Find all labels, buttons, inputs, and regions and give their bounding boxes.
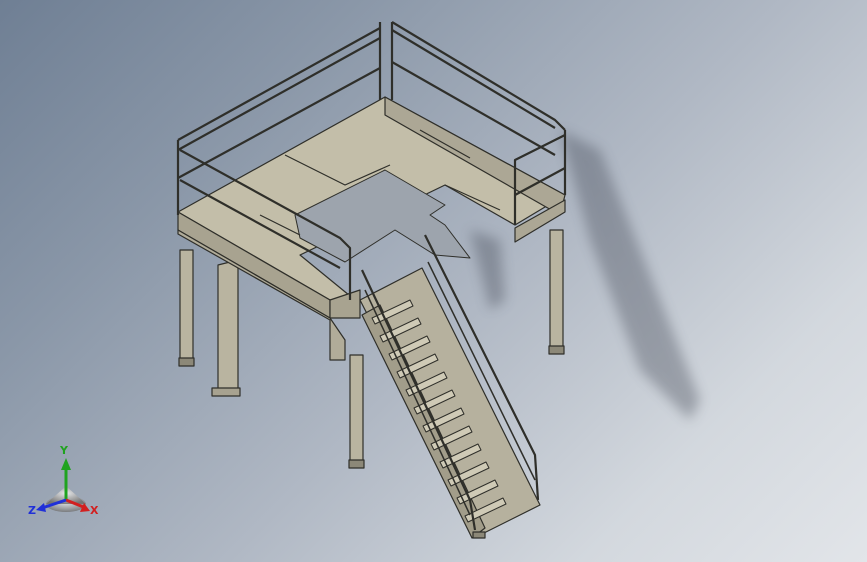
- leg-right: [548, 229, 565, 355]
- x-axis-label: X: [90, 504, 99, 517]
- z-axis-label: Z: [28, 504, 36, 517]
- leg-front: [348, 354, 365, 469]
- loose-post: [211, 261, 241, 397]
- orientation-triad[interactable]: Y X Z: [26, 444, 106, 524]
- graphics-viewport[interactable]: Y X Z: [0, 0, 867, 562]
- staircase: [359, 234, 541, 539]
- leg-left: [178, 249, 195, 367]
- platform-model[interactable]: [0, 0, 867, 562]
- y-axis-label: Y: [60, 444, 68, 457]
